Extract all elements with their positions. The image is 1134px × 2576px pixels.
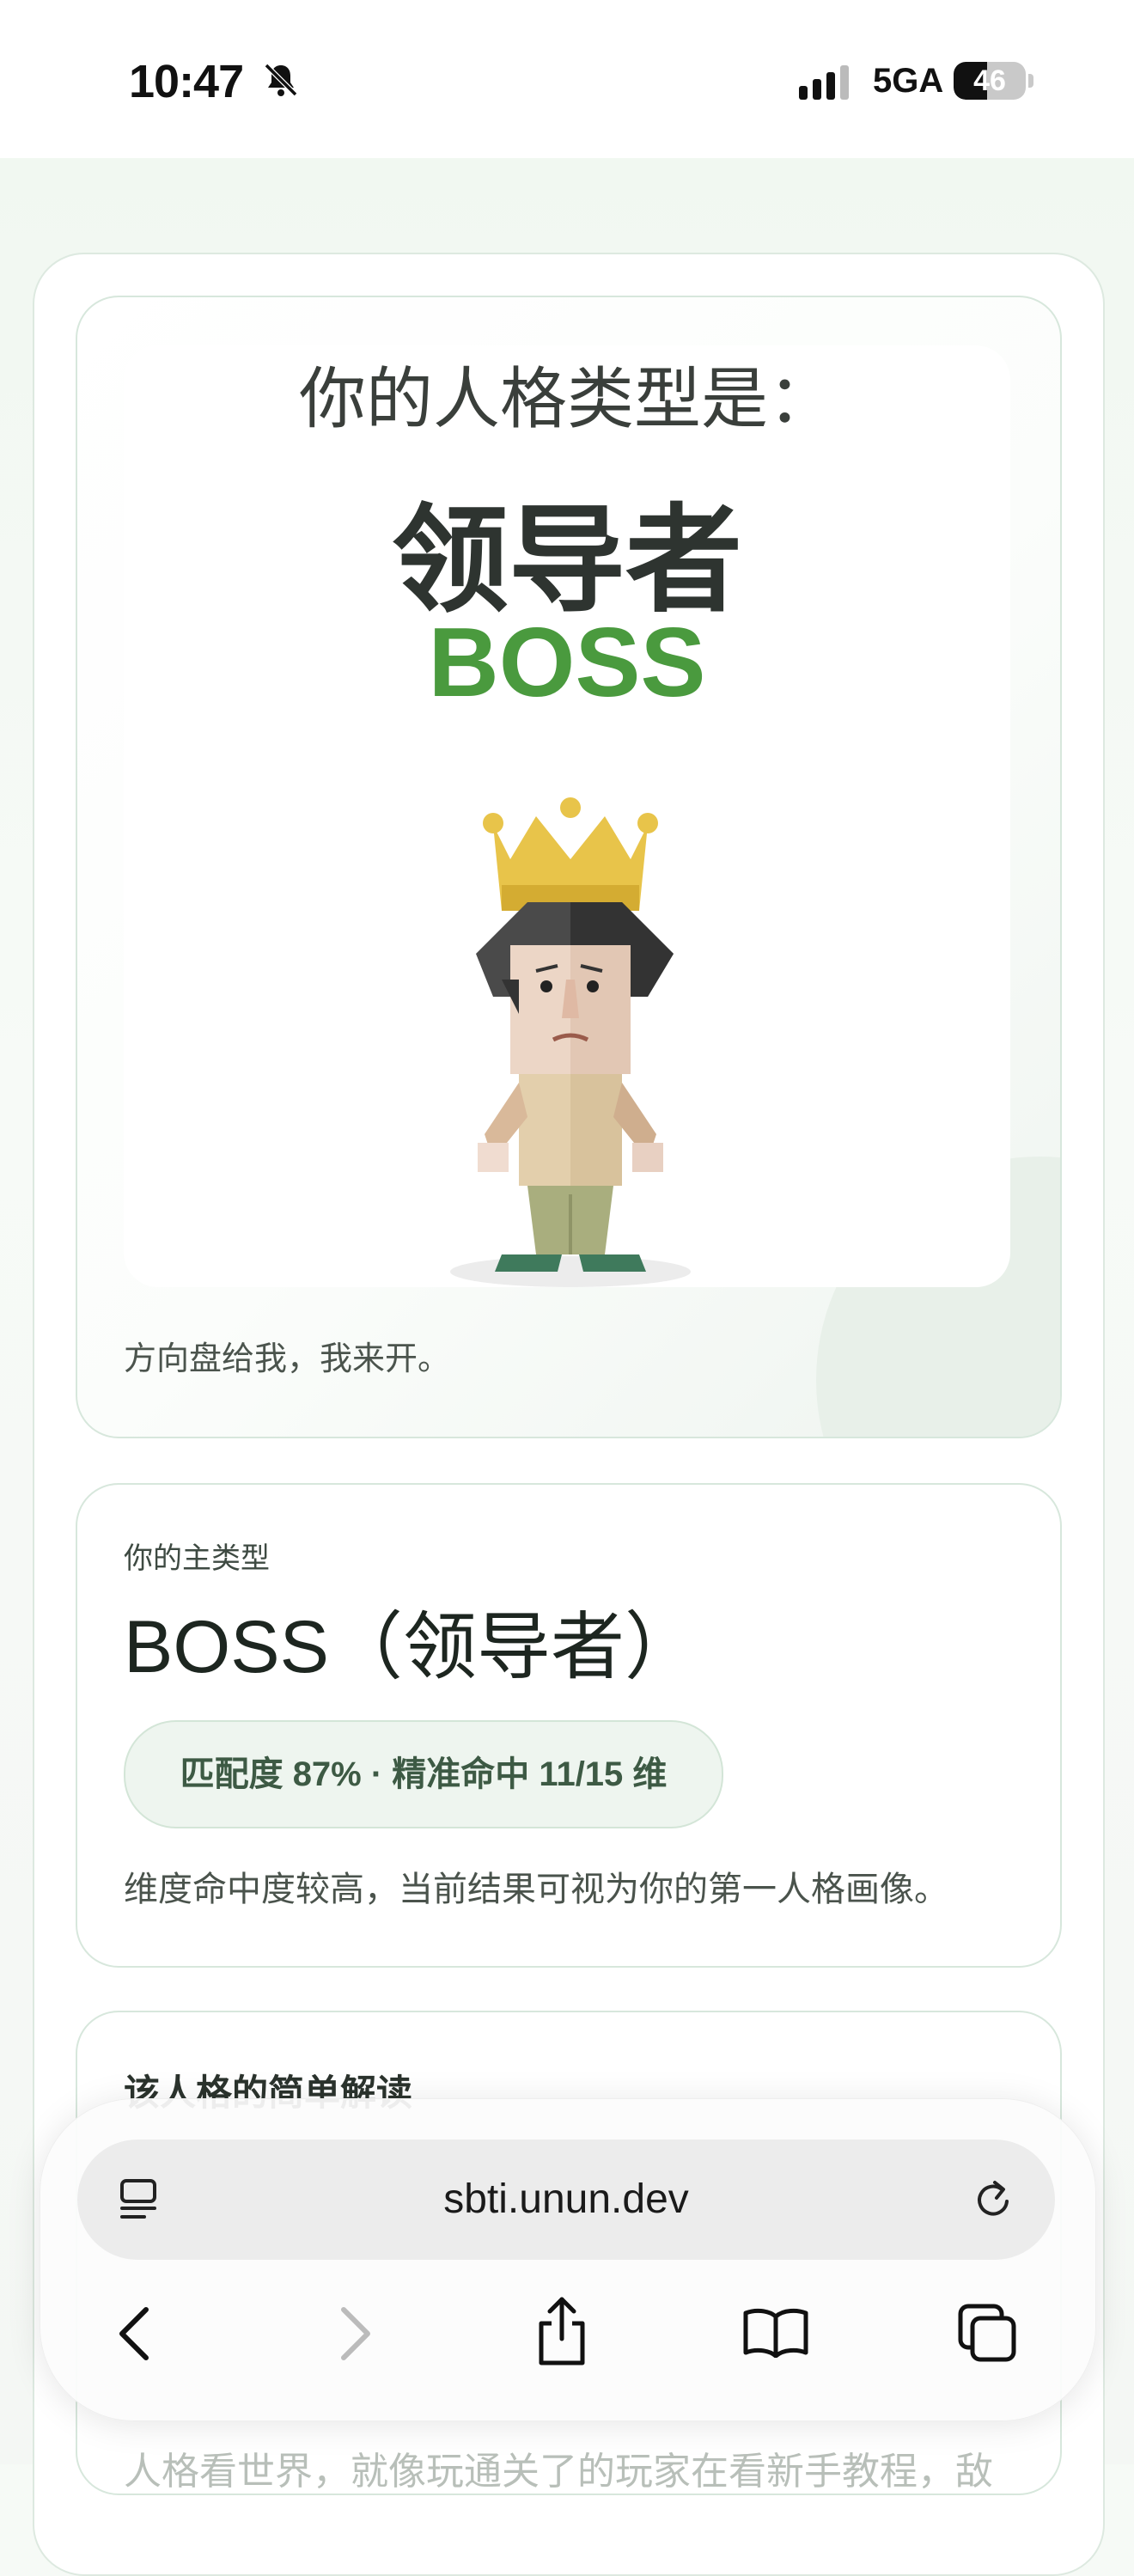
personality-image: 你的人格类型是： 领导者 BOSS: [124, 345, 1010, 1287]
forward-icon[interactable]: [335, 2304, 375, 2363]
main-type-label: 你的主类型: [124, 1542, 270, 1575]
status-time: 10:47: [129, 56, 244, 107]
type-tagline: 方向盘给我，我来开。: [124, 1341, 451, 1377]
match-text: 匹配度 87% · 精准命中 11/15 维: [180, 1755, 668, 1793]
reload-icon[interactable]: [969, 2176, 1017, 2224]
back-icon[interactable]: [115, 2304, 155, 2363]
type-name-en: BOSS: [428, 608, 706, 717]
battery-tip: [1028, 74, 1033, 88]
address-bar[interactable]: sbti.unun.dev: [77, 2140, 1055, 2260]
match-badge: 匹配度 87% · 精准命中 11/15 维: [124, 1720, 723, 1828]
main-type-title: BOSS（领导者）: [124, 1606, 698, 1688]
tab-list-icon[interactable]: [119, 2177, 162, 2222]
cellular-signal-icon: [799, 65, 849, 100]
bell-muted-icon: [264, 63, 298, 97]
tabs-icon[interactable]: [957, 2303, 1019, 2365]
share-icon[interactable]: [534, 2294, 589, 2368]
battery-icon: 46: [954, 62, 1026, 100]
network-type: 5GA: [873, 62, 944, 100]
boss-character-illustration: [450, 797, 691, 1287]
bookmarks-icon[interactable]: [742, 2306, 809, 2358]
url-text[interactable]: sbti.unun.dev: [77, 2140, 1055, 2260]
main-type-description: 维度命中度较高，当前结果可视为你的第一人格画像。: [124, 1871, 948, 1908]
interpretation-text: 人格看世界，就像玩通关了的玩家在看新手教程，敌: [124, 2451, 993, 2493]
result-heading: 你的人格类型是：: [298, 361, 835, 436]
